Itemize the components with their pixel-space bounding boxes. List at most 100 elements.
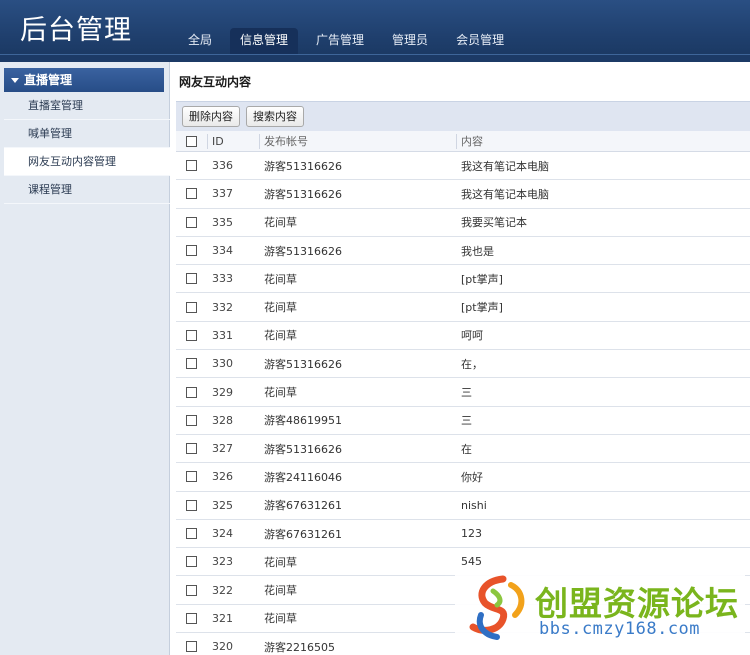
row-content: 你好	[461, 470, 483, 484]
nav-tab-members[interactable]: 会员管理	[446, 28, 514, 54]
nav-tab-info[interactable]: 信息管理	[230, 28, 299, 54]
row-id: 330	[212, 357, 233, 371]
row-content: 在，	[461, 357, 483, 371]
row-account: 游客48619951	[264, 414, 342, 428]
table-row[interactable]: 326 游客24116046 你好	[176, 463, 750, 492]
row-checkbox[interactable]	[186, 301, 197, 313]
row-account: 花间草	[264, 584, 297, 598]
watermark-name: 创盟资源论坛	[535, 584, 739, 623]
nav-tab-ads[interactable]: 广告管理	[306, 28, 374, 54]
column-header-id[interactable]: ID	[212, 131, 224, 151]
row-checkbox[interactable]	[186, 443, 197, 455]
row-id: 325	[212, 498, 233, 512]
row-id: 322	[212, 583, 233, 597]
row-checkbox[interactable]	[186, 329, 197, 341]
table-row[interactable]: 324 游客67631261 123	[176, 520, 750, 549]
row-id: 334	[212, 244, 233, 258]
row-checkbox[interactable]	[186, 556, 197, 568]
sidebar-section-header[interactable]: 直播管理	[4, 68, 164, 92]
row-checkbox[interactable]	[186, 584, 197, 596]
app-title: 后台管理	[20, 15, 132, 46]
row-checkbox[interactable]	[186, 499, 197, 511]
sidebar-list: 直播室管理 喊单管理 网友互动内容管理 课程管理	[4, 92, 170, 204]
caret-down-icon	[11, 78, 19, 83]
row-content: nishi	[461, 498, 487, 512]
top-header: 后台管理 全局 信息管理 广告管理 管理员 会员管理	[0, 0, 750, 62]
watermark: 创盟资源论坛 bbs.cmzy168.com	[455, 565, 745, 650]
sidebar-section-title: 直播管理	[24, 73, 73, 87]
delete-content-button[interactable]: 删除内容	[182, 106, 240, 127]
row-account: 游客51316626	[264, 187, 342, 201]
column-divider	[207, 134, 208, 149]
sidebar-item-live-room[interactable]: 直播室管理	[4, 92, 170, 120]
row-account: 游客51316626	[264, 244, 342, 258]
column-header-account[interactable]: 发布帐号	[264, 131, 308, 151]
row-account: 花间草	[264, 301, 297, 315]
watermark-url: bbs.cmzy168.com	[539, 619, 701, 639]
page-title: 网友互动内容	[179, 75, 252, 89]
row-checkbox[interactable]	[186, 160, 197, 172]
row-checkbox[interactable]	[186, 245, 197, 257]
search-content-button[interactable]: 搜索内容	[246, 106, 304, 127]
row-id: 336	[212, 159, 233, 173]
table-row[interactable]: 333 花间草 [pt掌声]	[176, 265, 750, 294]
row-account: 花间草	[264, 612, 297, 626]
table-row[interactable]: 325 游客67631261 nishi	[176, 492, 750, 520]
table-row[interactable]: 330 游客51316626 在，	[176, 350, 750, 379]
row-checkbox[interactable]	[186, 358, 197, 370]
sidebar-item-courses[interactable]: 课程管理	[4, 176, 170, 204]
row-content: [pt掌声]	[461, 301, 503, 315]
row-checkbox[interactable]	[186, 216, 197, 228]
table-row[interactable]: 331 花间草 呵呵	[176, 322, 750, 351]
row-checkbox[interactable]	[186, 414, 197, 426]
table-row[interactable]: 334 游客51316626 我也是	[176, 237, 750, 266]
nav-tab-admins[interactable]: 管理员	[382, 28, 438, 54]
row-checkbox[interactable]	[186, 188, 197, 200]
nav-tab-global[interactable]: 全局	[178, 28, 222, 54]
row-checkbox[interactable]	[186, 273, 197, 285]
row-content: 我这有笔记本电脑	[461, 187, 549, 201]
sidebar-item-interaction[interactable]: 网友互动内容管理	[4, 148, 170, 176]
column-divider	[456, 134, 457, 149]
column-divider	[259, 134, 260, 149]
row-id: 337	[212, 187, 233, 201]
sidebar: 直播管理 直播室管理 喊单管理 网友互动内容管理 课程管理	[0, 62, 170, 655]
row-account: 花间草	[264, 216, 297, 230]
table-row[interactable]: 332 花间草 [pt掌声]	[176, 293, 750, 322]
row-content: 三	[461, 414, 472, 428]
row-account: 花间草	[264, 386, 297, 400]
row-checkbox[interactable]	[186, 612, 197, 624]
header-divider	[0, 54, 750, 62]
row-id: 328	[212, 413, 233, 427]
table-row[interactable]: 328 游客48619951 三	[176, 407, 750, 435]
row-content: 123	[461, 527, 482, 540]
row-id: 320	[212, 640, 233, 654]
forum-logo-icon	[469, 575, 525, 640]
row-checkbox[interactable]	[186, 471, 197, 483]
row-content: 三	[461, 386, 472, 400]
row-checkbox[interactable]	[186, 528, 197, 539]
row-account: 花间草	[264, 329, 297, 343]
row-id: 324	[212, 527, 233, 540]
row-account: 游客67631261	[264, 499, 342, 513]
table-row[interactable]: 337 游客51316626 我这有笔记本电脑	[176, 180, 750, 209]
row-id: 329	[212, 385, 233, 399]
select-all-checkbox[interactable]	[186, 135, 197, 147]
row-account: 游客51316626	[264, 442, 342, 456]
row-checkbox[interactable]	[186, 386, 197, 398]
row-content: 我也是	[461, 244, 494, 258]
table-row[interactable]: 336 游客51316626 我这有笔记本电脑	[176, 152, 750, 181]
row-id: 327	[212, 442, 233, 456]
row-id: 321	[212, 611, 233, 625]
sidebar-item-calls[interactable]: 喊单管理	[4, 120, 170, 148]
column-header-content[interactable]: 内容	[461, 131, 483, 151]
table-row[interactable]: 329 花间草 三	[176, 378, 750, 407]
row-content: 我要买笔记本	[461, 216, 527, 230]
row-account: 游客51316626	[264, 357, 342, 371]
row-checkbox[interactable]	[186, 641, 197, 653]
top-nav: 全局 信息管理 广告管理 管理员 会员管理	[178, 28, 522, 54]
row-account: 游客67631261	[264, 527, 342, 541]
table-row[interactable]: 335 花间草 我要买笔记本	[176, 209, 750, 237]
table-row[interactable]: 327 游客51316626 在	[176, 435, 750, 464]
row-content: [pt掌声]	[461, 272, 503, 286]
